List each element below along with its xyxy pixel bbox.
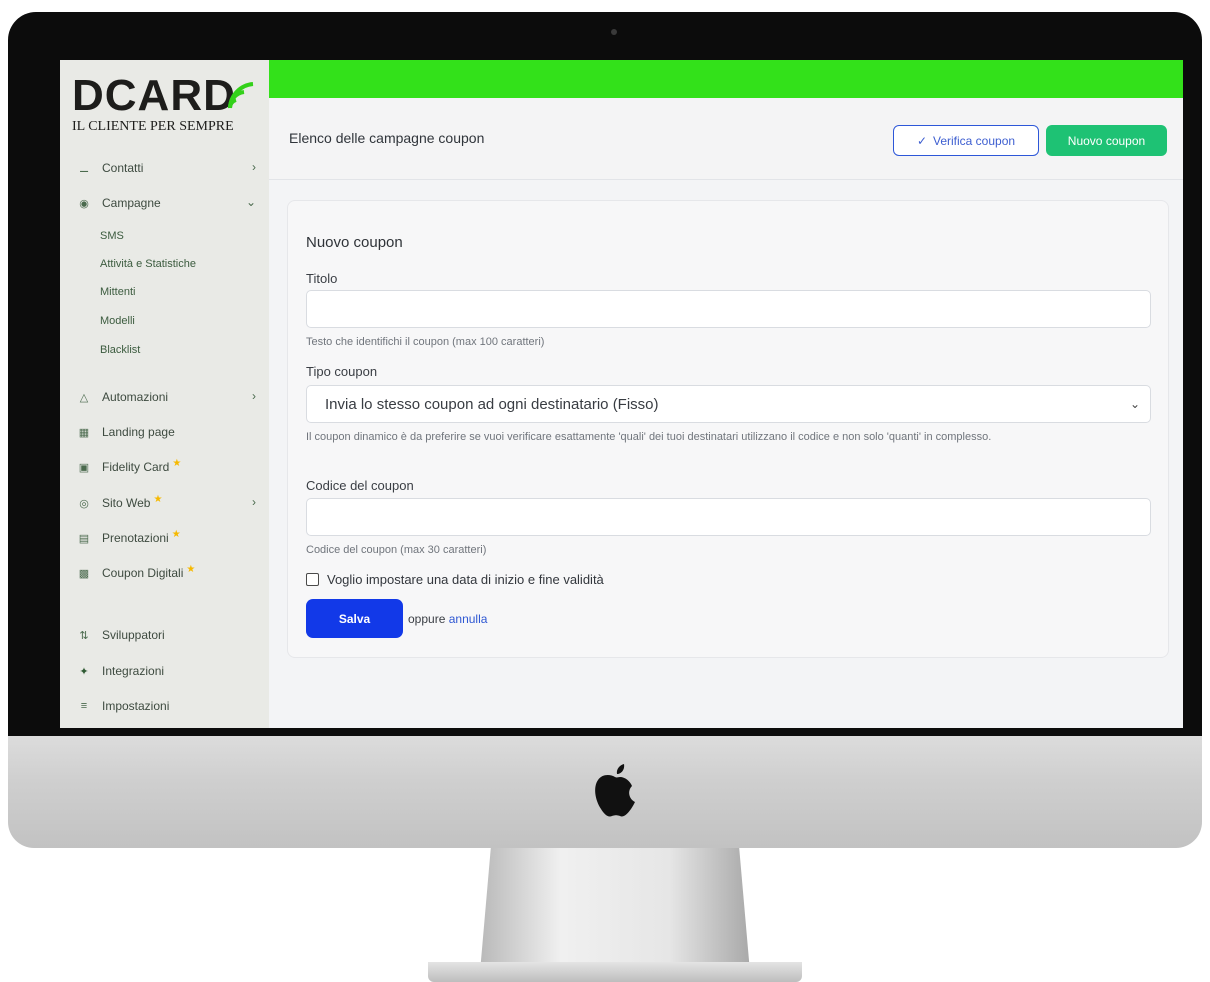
coupon-type-label: Tipo coupon <box>306 364 378 379</box>
contacts-icon: ⚊ <box>79 162 89 175</box>
page-header: Elenco delle campagne coupon ✓ Verifica … <box>269 98 1183 180</box>
title-help-text: Testo che identifichi il coupon (max 100… <box>306 336 545 348</box>
card-icon: ▣ <box>78 461 90 474</box>
coupon-code-input[interactable] <box>306 498 1151 536</box>
sidebar-item-label: Fidelity Card <box>102 460 170 474</box>
puzzle-icon: ✦ <box>79 665 89 678</box>
sidebar-item-coupon-digitali[interactable]: ▩ Coupon Digitali ★ <box>76 562 256 584</box>
chevron-right-icon: › <box>252 160 256 174</box>
sidebar-item-contatti[interactable]: ⚊ Contatti › <box>76 157 256 179</box>
coupon-type-select[interactable]: Invia lo stesso coupon ad ogni destinata… <box>306 385 1151 423</box>
sidebar-subitem-blacklist[interactable]: Blacklist <box>100 344 140 356</box>
sidebar-subitem-sms[interactable]: SMS <box>100 230 124 242</box>
verify-coupon-label: Verifica coupon <box>933 133 1016 148</box>
star-icon: ★ <box>171 528 181 540</box>
validity-option[interactable]: Voglio impostare una data di inizio e fi… <box>306 572 604 587</box>
save-button[interactable]: Salva <box>306 599 403 638</box>
new-coupon-button[interactable]: Nuovo coupon <box>1046 125 1167 156</box>
coupon-type-value: Invia lo stesso coupon ad ogni destinata… <box>325 395 659 413</box>
sidebar-item-label: Contatti <box>102 161 144 175</box>
title-label: Titolo <box>306 271 338 286</box>
sidebar-item-label: Campagne <box>102 196 161 210</box>
verify-coupon-button[interactable]: ✓ Verifica coupon <box>893 125 1039 156</box>
chevron-down-icon: ⌄ <box>245 195 256 209</box>
sidebar-subitem-mittenti[interactable]: Mittenti <box>100 286 135 298</box>
settings-icon: ≡ <box>80 700 88 712</box>
logo-tagline: IL CLIENTE PER SEMPRE <box>72 119 234 134</box>
card-title: Nuovo coupon <box>306 234 403 251</box>
star-icon: ★ <box>153 493 163 505</box>
coupon-code-label: Codice del coupon <box>306 478 414 493</box>
globe-icon: ◎ <box>79 497 89 510</box>
or-cancel-row: oppure annulla <box>408 612 487 626</box>
or-text: oppure <box>408 612 446 626</box>
cancel-link[interactable]: annulla <box>449 612 488 626</box>
sidebar-item-label: Prenotazioni <box>102 531 169 545</box>
automation-icon: △ <box>79 391 89 404</box>
chevron-right-icon: › <box>252 495 256 509</box>
sidebar-item-label: Coupon Digitali <box>102 566 184 580</box>
sidebar: DCARD IL CLIENTE PER SEMPRE ⚊ Contatti ›… <box>60 60 269 728</box>
signal-waves-icon <box>227 82 254 109</box>
calendar-icon: ▤ <box>78 532 90 545</box>
coupon-code-help-text: Codice del coupon (max 30 caratteri) <box>306 544 487 556</box>
developer-icon: ⇅ <box>79 629 89 642</box>
coupon-type-help-text: Il coupon dinamico è da preferire se vuo… <box>306 431 992 443</box>
sidebar-item-impostazioni[interactable]: ≡ Impostazioni <box>76 695 256 717</box>
validity-checkbox-label: Voglio impostare una data di inizio e fi… <box>327 572 604 587</box>
validity-checkbox[interactable] <box>306 573 319 586</box>
title-input[interactable] <box>306 290 1151 328</box>
sidebar-item-automazioni[interactable]: △ Automazioni › <box>76 386 256 408</box>
sidebar-subitem-attivita[interactable]: Attività e Statistiche <box>100 258 196 270</box>
sidebar-item-sviluppatori[interactable]: ⇅ Sviluppatori <box>76 624 256 646</box>
apple-logo-icon <box>595 764 635 817</box>
monitor-stand <box>480 848 750 972</box>
sidebar-item-label: Impostazioni <box>102 699 170 713</box>
star-icon: ★ <box>186 563 196 575</box>
sidebar-item-label: Sito Web <box>102 496 151 510</box>
sidebar-subitem-modelli[interactable]: Modelli <box>100 315 135 327</box>
sidebar-item-label: Automazioni <box>102 390 169 404</box>
app-screen: DCARD IL CLIENTE PER SEMPRE ⚊ Contatti ›… <box>60 60 1183 728</box>
page-title: Elenco delle campagne coupon <box>289 130 485 146</box>
star-icon: ★ <box>172 457 182 469</box>
sidebar-item-integrazioni[interactable]: ✦ Integrazioni <box>76 660 256 682</box>
chevron-down-icon: ⌄ <box>1129 397 1140 411</box>
coupon-icon: ▩ <box>78 567 90 580</box>
sidebar-item-campagne[interactable]: ◉ Campagne ⌄ <box>76 192 256 214</box>
new-coupon-card: Nuovo coupon Titolo Testo che identifich… <box>287 200 1169 658</box>
sidebar-item-landing-page[interactable]: ▦ Landing page <box>76 421 256 443</box>
landing-page-icon: ▦ <box>78 426 90 439</box>
new-coupon-label: Nuovo coupon <box>1067 133 1146 148</box>
sidebar-item-prenotazioni[interactable]: ▤ Prenotazioni ★ <box>76 527 256 549</box>
dcard-logo[interactable]: DCARD IL CLIENTE PER SEMPRE <box>72 74 262 144</box>
campaign-icon: ◉ <box>79 197 89 210</box>
imac-mockup: DCARD IL CLIENTE PER SEMPRE ⚊ Contatti ›… <box>0 0 1210 982</box>
sidebar-item-label: Sviluppatori <box>102 628 165 642</box>
chevron-right-icon: › <box>252 389 256 403</box>
camera-dot <box>611 29 617 35</box>
monitor-stand-base <box>428 962 802 982</box>
sidebar-item-label: Landing page <box>102 425 175 439</box>
top-accent-bar <box>269 60 1183 98</box>
sidebar-item-fidelity-card[interactable]: ▣ Fidelity Card ★ <box>76 456 256 478</box>
sidebar-item-sito-web[interactable]: ◎ Sito Web ★ › <box>76 492 256 514</box>
check-icon: ✓ <box>916 133 927 148</box>
save-label: Salva <box>338 611 371 626</box>
sidebar-item-label: Integrazioni <box>102 664 165 678</box>
